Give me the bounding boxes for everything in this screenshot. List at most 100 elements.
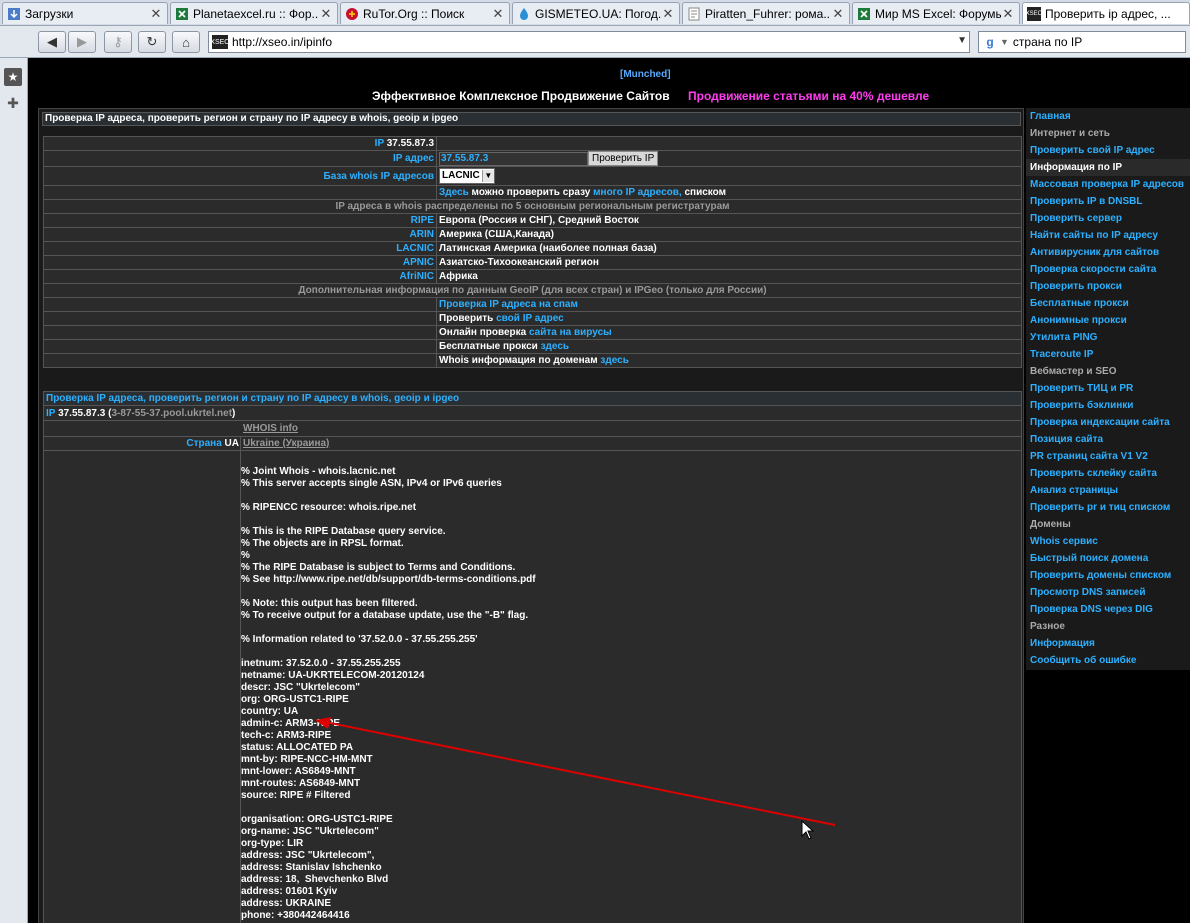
close-icon[interactable]: ✕ bbox=[1001, 6, 1015, 22]
key-button[interactable]: ⚷ bbox=[104, 31, 132, 53]
registry-name[interactable]: RIPE bbox=[411, 215, 434, 226]
sidebar-item[interactable]: Проверка индексации сайта bbox=[1026, 414, 1190, 431]
munched-link[interactable]: [Munched] bbox=[620, 69, 671, 80]
country-name[interactable]: Ukraine (Украина) bbox=[243, 437, 329, 450]
sidebar-item[interactable]: Сообщить об ошибке bbox=[1026, 652, 1190, 669]
sidebar-item[interactable]: Проверить IP в DNSBL bbox=[1026, 193, 1190, 210]
sidebar-item[interactable]: Whois сервис bbox=[1026, 533, 1190, 550]
multi-ip-row: Здесь можно проверить сразу много IP адр… bbox=[43, 185, 1022, 200]
close-icon[interactable]: ✕ bbox=[149, 6, 163, 22]
sidebar-item[interactable]: PR страниц сайта V1 V2 bbox=[1026, 448, 1190, 465]
search-input[interactable]: страна по IP bbox=[1013, 35, 1082, 49]
browser-tab-downloads[interactable]: Загрузки ✕ bbox=[2, 2, 168, 24]
sidebar-item[interactable]: Проверить склейку сайта bbox=[1026, 465, 1190, 482]
sidebar-item[interactable]: Проверить сервер bbox=[1026, 210, 1190, 227]
result-close-paren: ) bbox=[232, 408, 236, 419]
bookmark-star-icon[interactable]: ★ bbox=[4, 68, 22, 86]
search-box[interactable]: g ▼ страна по IP bbox=[978, 31, 1186, 53]
ip-label: IP bbox=[374, 138, 384, 149]
check-ip-button[interactable]: Проверить IP bbox=[588, 151, 659, 166]
check-own-ip-link[interactable]: Проверить bbox=[439, 313, 493, 324]
sidebar-item[interactable]: Главная bbox=[1026, 108, 1190, 125]
sidebar-item[interactable]: Позиция сайта bbox=[1026, 431, 1190, 448]
browser-tab-xseo[interactable]: XSEO Проверить ip адрес, ... bbox=[1022, 2, 1190, 24]
home-button[interactable]: ⌂ bbox=[172, 31, 200, 53]
whois-db-select[interactable]: LACNIC ▼ bbox=[439, 168, 495, 184]
tab-title: Мир MS Excel: Форумы bbox=[875, 6, 1001, 21]
registry-name[interactable]: APNIC bbox=[403, 257, 434, 268]
free-proxy-link-b[interactable]: здесь bbox=[541, 341, 569, 352]
sidebar-item[interactable]: Найти сайты по IP адресу bbox=[1026, 227, 1190, 244]
sidebar-item[interactable]: Бесплатные прокси bbox=[1026, 295, 1190, 312]
reload-icon: ↻ bbox=[146, 34, 158, 49]
sidebar-item[interactable]: Проверить свой IP адрес bbox=[1026, 142, 1190, 159]
multi-ip-link[interactable]: много IP адресов, bbox=[593, 187, 682, 198]
sidebar-item[interactable]: Анализ страницы bbox=[1026, 482, 1190, 499]
sidebar-item[interactable]: Проверить бэклинки bbox=[1026, 397, 1190, 414]
arrow-right-icon: ▶ bbox=[77, 34, 87, 49]
back-button[interactable]: ◀ bbox=[38, 31, 66, 53]
spam-check-link[interactable]: Проверка IP адреса на спам bbox=[439, 299, 578, 310]
page-icon bbox=[687, 7, 701, 21]
multi-here-link[interactable]: Здесь bbox=[439, 187, 469, 198]
excel-icon bbox=[857, 7, 871, 21]
whois-info-link[interactable]: WHOIS info bbox=[241, 422, 298, 436]
country-code: UA bbox=[224, 438, 239, 449]
promo-link[interactable]: Продвижение статьями на 40% дешевле bbox=[688, 89, 929, 103]
forward-button[interactable]: ▶ bbox=[68, 31, 96, 53]
sidebar-item[interactable]: Информация bbox=[1026, 635, 1190, 652]
sidebar-item[interactable]: Проверка скорости сайта bbox=[1026, 261, 1190, 278]
virus-check-link-b[interactable]: сайта на вирусы bbox=[529, 327, 612, 338]
close-icon[interactable]: ✕ bbox=[831, 6, 845, 22]
close-icon[interactable]: ✕ bbox=[661, 6, 675, 22]
browser-tab-planetaexcel[interactable]: Planetaexcel.ru :: Фор... ✕ bbox=[170, 2, 338, 24]
browser-tab-msexcel[interactable]: Мир MS Excel: Форумы ✕ bbox=[852, 2, 1020, 24]
chevron-down-icon[interactable]: ▼ bbox=[1000, 37, 1009, 47]
sidebar-item[interactable]: Информация по IP bbox=[1026, 159, 1190, 176]
registry-row: LACNIC Латинская Америка (наиболее полна… bbox=[43, 241, 1022, 256]
sidebar-item[interactable]: Массовая проверка IP адресов bbox=[1026, 176, 1190, 193]
sidebar-item[interactable]: Проверка DNS через DIG bbox=[1026, 601, 1190, 618]
registry-name[interactable]: AfriNIC bbox=[400, 271, 434, 282]
whois-db-row: База whois IP адресов LACNIC ▼ bbox=[43, 166, 1022, 186]
browser-tab-gismeteo[interactable]: GISMETEO.UA: Погод... ✕ bbox=[512, 2, 680, 24]
country-label: Страна bbox=[186, 438, 222, 449]
check-own-ip-link-b[interactable]: свой IP адрес bbox=[496, 313, 564, 324]
sidebar-item[interactable]: Просмотр DNS записей bbox=[1026, 584, 1190, 601]
virus-check-link[interactable]: Онлайн проверка bbox=[439, 327, 526, 338]
address-bar[interactable]: XSEO http://xseo.in/ipinfo ▼ bbox=[208, 31, 970, 53]
excel-icon bbox=[175, 7, 189, 21]
sidebar-item[interactable]: Антивирусник для сайтов bbox=[1026, 244, 1190, 261]
google-icon[interactable]: g bbox=[982, 34, 998, 50]
reload-button[interactable]: ↻ bbox=[138, 31, 166, 53]
sidebar-item[interactable]: Проверить прокси bbox=[1026, 278, 1190, 295]
sidebar-item[interactable]: Проверить домены списком bbox=[1026, 567, 1190, 584]
country-label-group: Страна UA bbox=[186, 437, 239, 450]
close-icon[interactable]: ✕ bbox=[491, 6, 505, 22]
registry-name[interactable]: ARIN bbox=[410, 229, 434, 240]
free-proxy-link[interactable]: Бесплатные прокси bbox=[439, 341, 538, 352]
whois-domains-link[interactable]: Whois информация по доменам bbox=[439, 355, 598, 366]
browser-tab-piratten[interactable]: Piratten_Fuhrer: рома... ✕ bbox=[682, 2, 850, 24]
navigation-toolbar: ◀ ▶ ⚷ ↻ ⌂ XSEO http://xseo.in/ipinfo ▼ g… bbox=[0, 26, 1190, 58]
sidebar-item[interactable]: Анонимные прокси bbox=[1026, 312, 1190, 329]
key-icon: ⚷ bbox=[113, 34, 123, 49]
address-url: http://xseo.in/ipinfo bbox=[232, 35, 333, 49]
multi-list-link[interactable]: списком bbox=[684, 187, 726, 198]
sidebar-item[interactable]: Утилита PING bbox=[1026, 329, 1190, 346]
chevron-down-icon[interactable]: ▼ bbox=[957, 35, 967, 46]
browser-tab-rutor[interactable]: RuTor.Org :: Поиск ✕ bbox=[340, 2, 510, 24]
sidebar-item[interactable]: Проверить pr и тиц списком bbox=[1026, 499, 1190, 516]
result-ip-line: IP 37.55.87.3 (3-87-55-37.pool.ukrtel.ne… bbox=[44, 407, 1021, 421]
db-label: База whois IP адресов bbox=[323, 170, 434, 182]
sidebar-item[interactable]: Проверить ТИЦ и PR bbox=[1026, 380, 1190, 397]
xseo-icon: XSEO bbox=[1026, 6, 1042, 21]
registry-name[interactable]: LACNIC bbox=[396, 243, 434, 254]
extra-link-row: Онлайн проверка сайта на вирусы bbox=[43, 325, 1022, 340]
whois-domains-link-b[interactable]: здесь bbox=[600, 355, 628, 366]
close-icon[interactable]: ✕ bbox=[319, 6, 333, 22]
add-icon[interactable]: ✚ bbox=[4, 94, 22, 112]
sidebar-item[interactable]: Traceroute IP bbox=[1026, 346, 1190, 363]
sidebar-item[interactable]: Быстрый поиск домена bbox=[1026, 550, 1190, 567]
ip-input[interactable]: 37.55.87.3 bbox=[439, 151, 588, 166]
